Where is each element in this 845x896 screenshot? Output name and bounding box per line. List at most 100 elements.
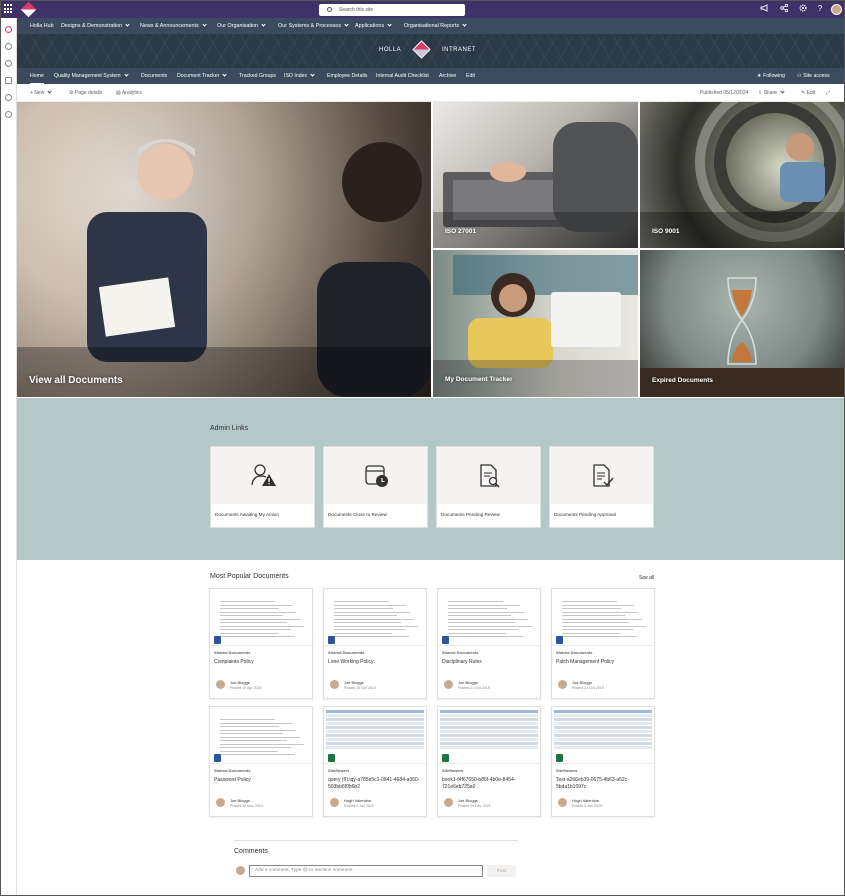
post-button[interactable]: Post bbox=[487, 865, 516, 877]
admin-links-title: Admin Links bbox=[210, 425, 249, 432]
hub-nav-item[interactable]: News & Announcements bbox=[140, 18, 207, 34]
hero-tile-iso-9001[interactable]: ISO 9001 bbox=[640, 102, 844, 248]
hero-label: View all Documents bbox=[29, 375, 123, 386]
edit-button[interactable]: ✎ Edit bbox=[801, 84, 815, 102]
document-card[interactable]: Shared Documents Disciplinary Rules Joe Bl… bbox=[437, 588, 541, 699]
hub-nav-item[interactable]: Our Systems & Processes bbox=[278, 18, 349, 34]
hero-tile-my-tracker[interactable]: My Document Tracker bbox=[433, 250, 638, 397]
holla-logo[interactable] bbox=[20, 1, 37, 18]
list-icon[interactable] bbox=[5, 94, 12, 101]
hero-label: My Document Tracker bbox=[445, 376, 513, 383]
page-details-button[interactable]: ⚙ Page details bbox=[69, 84, 102, 102]
document-card[interactable]: Shared Documents Lone Working Policy Joe B… bbox=[323, 588, 427, 699]
search-icon bbox=[327, 7, 332, 12]
user-avatar[interactable] bbox=[831, 4, 842, 15]
hub-nav-item[interactable]: Our Organisation bbox=[217, 18, 266, 34]
new-button[interactable]: + New bbox=[30, 84, 52, 102]
avatar bbox=[216, 680, 225, 689]
nav-item-employee-details[interactable]: Employee Details bbox=[327, 68, 367, 84]
document-author: Joe Bloggs bbox=[458, 798, 478, 803]
document-date: Posted 19 Nov 2019 bbox=[230, 804, 263, 808]
document-date: Posted 19 Apr 2024 bbox=[230, 686, 262, 690]
document-card[interactable]: Shared Documents Complaints Policy Joe Blo… bbox=[209, 588, 313, 699]
document-library: Shared Documents bbox=[442, 650, 479, 655]
document-title: query (6).iqy-a785e5c1-0841-4684-a060-50… bbox=[328, 777, 420, 790]
document-card[interactable]: Siteflowers book1-f4f67650-b86f-4b0e-8454… bbox=[437, 706, 541, 817]
help-icon[interactable]: ? bbox=[814, 3, 826, 15]
waffle-icon[interactable] bbox=[4, 4, 14, 14]
hub-nav-item[interactable]: Holla Hub bbox=[30, 18, 54, 34]
avatar bbox=[330, 798, 339, 807]
document-check-icon bbox=[593, 464, 614, 487]
admin-card-label: Documents Pending Approval bbox=[554, 512, 616, 517]
word-file-icon bbox=[442, 636, 449, 644]
laptop-typing-image bbox=[433, 122, 638, 248]
add-icon[interactable] bbox=[5, 111, 12, 118]
document-date: Posted 4 Jan 2023 bbox=[572, 804, 602, 808]
nav-item-qms[interactable]: Quality Management System bbox=[54, 68, 129, 84]
nav-item-archive[interactable]: Archive bbox=[439, 68, 456, 84]
news-icon[interactable] bbox=[5, 60, 12, 67]
document-author: Hugh Valentine bbox=[344, 798, 372, 803]
comment-input[interactable]: Add a comment. Type @ to mention someone bbox=[249, 865, 483, 877]
gear-icon[interactable] bbox=[797, 3, 809, 15]
popular-docs-title: Most Popular Documents bbox=[210, 573, 289, 580]
document-card[interactable]: Siteflowers Test-a266eb39-0675-4b63-a52c-… bbox=[551, 706, 655, 817]
nav-item-audit-checklist[interactable]: Internal Audit Checklist bbox=[376, 68, 429, 84]
globe-icon[interactable] bbox=[5, 43, 12, 50]
hero-tile-iso-27001[interactable]: ISO 27001 bbox=[433, 102, 638, 248]
document-thumbnail bbox=[210, 707, 312, 764]
analytics-button[interactable]: ▤ Analytics bbox=[116, 84, 142, 102]
nav-item-tracked-groups[interactable]: Tracked Groups bbox=[239, 68, 276, 84]
hub-nav-item[interactable]: Applications bbox=[355, 18, 392, 34]
share-icon[interactable] bbox=[778, 3, 790, 15]
chevron-down-icon bbox=[123, 72, 129, 77]
woman-laptop-image bbox=[433, 255, 638, 397]
avatar bbox=[330, 680, 339, 689]
hero-label: ISO 9001 bbox=[652, 228, 680, 235]
search-input[interactable]: Search this site bbox=[319, 4, 465, 16]
document-library: Shared Documents bbox=[214, 650, 251, 655]
chevron-down-icon bbox=[780, 89, 785, 94]
home-icon[interactable] bbox=[5, 26, 12, 33]
command-bar: + New ⚙ Page details ▤ Analytics Publish… bbox=[17, 84, 844, 102]
document-card[interactable]: Shared Documents Password Policy Joe Blogg… bbox=[209, 706, 313, 817]
user-warning-icon bbox=[251, 464, 276, 486]
app-rail bbox=[1, 18, 17, 895]
hero-tile-view-all[interactable]: View all Documents bbox=[17, 102, 431, 397]
document-author: Joe Bloggs bbox=[230, 680, 250, 685]
document-date: Posted 21 Oct 2019 bbox=[458, 686, 490, 690]
document-library: Siteflowers bbox=[556, 768, 578, 773]
following-button[interactable]: ★ Following bbox=[757, 68, 785, 84]
brand-logo bbox=[412, 40, 431, 59]
document-title: Complaints Policy bbox=[214, 659, 254, 665]
nav-item-document-tracker[interactable]: Document Tracker bbox=[177, 68, 228, 84]
document-card[interactable]: Siteflowers query (6).iqy-a785e5c1-0841-4… bbox=[323, 706, 427, 817]
nav-item-documents[interactable]: Documents bbox=[141, 68, 167, 84]
comments-title: Comments bbox=[234, 848, 268, 855]
share-button[interactable]: ⇪ Share bbox=[758, 84, 785, 102]
megaphone-icon[interactable] bbox=[759, 3, 771, 15]
admin-card-close-to-review[interactable]: Documents Close to Review bbox=[323, 446, 428, 528]
nav-item-home[interactable]: Home bbox=[30, 68, 44, 84]
admin-card-pending-approval[interactable]: Documents Pending Approval bbox=[549, 446, 654, 528]
nav-item-edit[interactable]: Edit bbox=[466, 68, 475, 84]
document-author: Joe Bloggs bbox=[230, 798, 250, 803]
nav-item-iso-index[interactable]: ISO Index bbox=[284, 68, 315, 84]
hub-nav-item[interactable]: Designs & Demonstration bbox=[61, 18, 130, 34]
brand-name: HOLLA bbox=[379, 47, 402, 53]
document-card[interactable]: Shared Documents Patch Management Policy J… bbox=[551, 588, 655, 699]
see-all-link[interactable]: See all bbox=[639, 575, 654, 581]
file-icon[interactable] bbox=[5, 77, 12, 84]
page-frame: Search this site ? Holla Hub Designs & D… bbox=[0, 0, 845, 896]
chevron-down-icon bbox=[125, 22, 130, 27]
expand-icon[interactable]: ⤢ bbox=[826, 84, 830, 102]
document-author: Joe Bloggs bbox=[572, 680, 592, 685]
hero-tile-expired[interactable]: Expired Documents bbox=[640, 250, 844, 397]
admin-card-pending-review[interactable]: Documents Pending Review bbox=[436, 446, 541, 528]
chevron-down-icon bbox=[47, 89, 52, 94]
hero-label: Expired Documents bbox=[652, 377, 714, 384]
hub-nav-item[interactable]: Organisational Reports bbox=[404, 18, 467, 34]
admin-card-awaiting-action[interactable]: Documents Awaiting My Action bbox=[210, 446, 315, 528]
site-access-button[interactable]: ⚇ Site access bbox=[797, 68, 830, 84]
